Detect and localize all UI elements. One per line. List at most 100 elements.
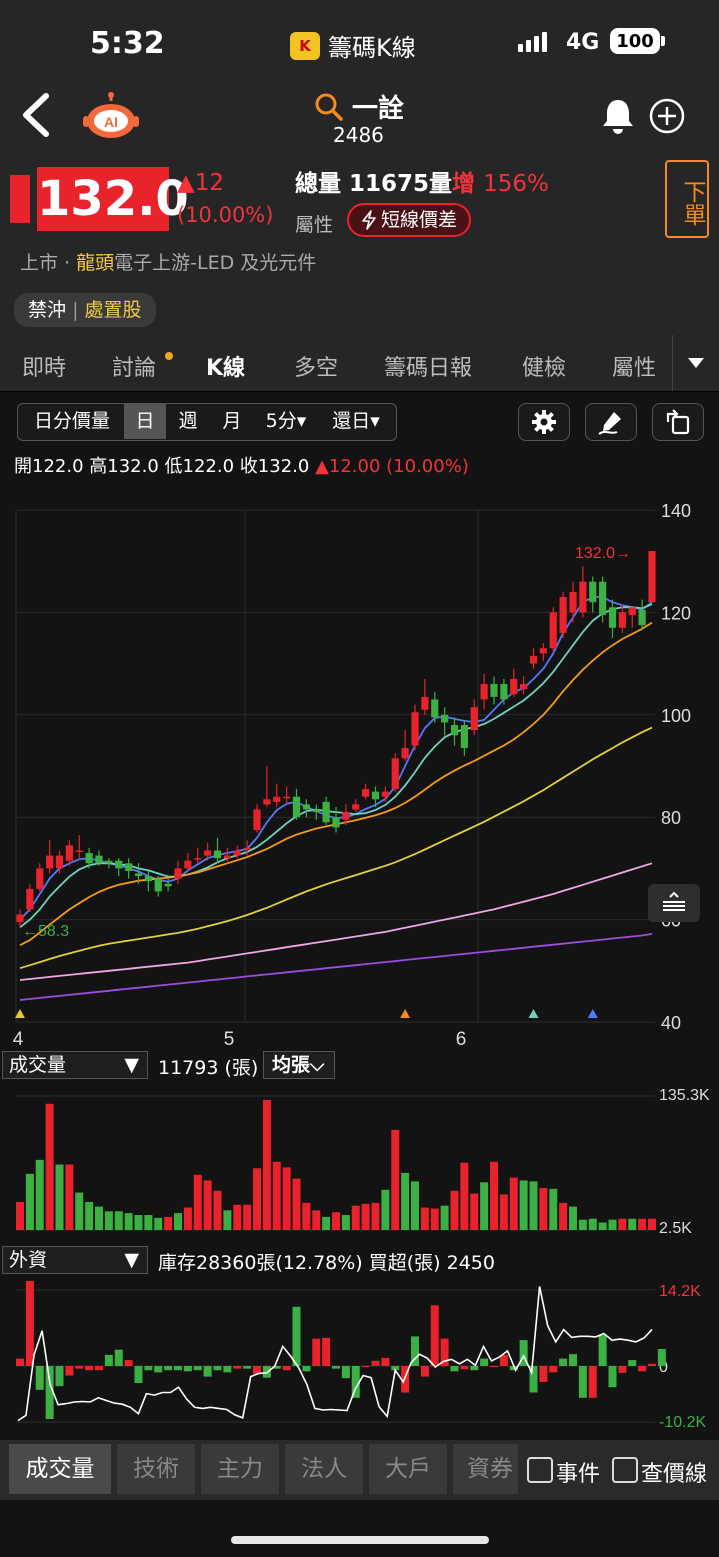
volume-bar	[262, 1100, 271, 1230]
volume-mode-select[interactable]: 均張⌵	[263, 1051, 335, 1079]
period-restore-day[interactable]: 還日▾	[324, 404, 388, 439]
low-value: 122.0	[182, 456, 235, 477]
foreign-bar	[95, 1366, 103, 1371]
chevron-down-icon	[688, 358, 704, 368]
tab-chip-daily[interactable]: 籌碼日報	[384, 350, 472, 382]
foreign-bar	[480, 1358, 489, 1366]
event-marker-icon	[528, 1009, 539, 1018]
industry-label[interactable]: 電子上游-LED 及光元件	[114, 252, 316, 274]
candle-body	[520, 684, 528, 690]
candle-body	[36, 868, 44, 889]
volume-bar	[608, 1219, 617, 1230]
candle-body	[194, 858, 202, 860]
volume-indicator-select[interactable]: 成交量 ▼	[2, 1051, 148, 1079]
foreign-bar	[460, 1366, 469, 1370]
moving-average-line	[19, 621, 653, 947]
add-watchlist-icon[interactable]	[648, 97, 686, 135]
order-button[interactable]: 下單	[665, 160, 709, 238]
volume-bar	[223, 1210, 232, 1230]
foreign-net-buy: 買超(張) 2450	[368, 1252, 495, 1274]
period-month[interactable]: 月	[212, 404, 252, 439]
candle-body	[589, 581, 597, 603]
price-line-checkbox[interactable]	[612, 1457, 638, 1483]
volume-bar	[282, 1167, 291, 1230]
moving-average-line	[19, 726, 653, 970]
tab-realtime[interactable]: 即時	[22, 350, 66, 382]
btab-volume[interactable]: 成交量	[9, 1444, 111, 1494]
open-label: 開	[14, 456, 32, 477]
volume-bar	[272, 1161, 281, 1230]
candle-body	[115, 860, 123, 869]
candle-body	[342, 812, 350, 820]
volume-bar	[480, 1182, 489, 1230]
period-week[interactable]: 週	[168, 404, 208, 439]
volume-max-label: 135.3K	[659, 1087, 710, 1104]
volume-bar	[253, 1168, 261, 1230]
tab-discussion[interactable]: 討論	[112, 350, 156, 382]
chart-resize-handle[interactable]	[648, 884, 700, 922]
candle-body	[500, 684, 508, 700]
volume-bar	[35, 1159, 44, 1230]
restriction-chip[interactable]: 禁沖 | 處置股	[14, 293, 156, 327]
btab-big-holder[interactable]: 大戶	[369, 1444, 447, 1494]
candle-body	[391, 758, 399, 790]
tab-more-button[interactable]	[672, 335, 719, 391]
restriction-disposition: 處置股	[84, 299, 142, 321]
candle-body	[105, 860, 113, 864]
period-day[interactable]: 日	[124, 404, 166, 439]
candle-body	[243, 847, 251, 850]
leader-tag[interactable]: 龍頭	[76, 252, 114, 274]
price-line-label: 查價線	[641, 1462, 708, 1487]
settings-button[interactable]	[518, 403, 570, 441]
foreign-bar	[648, 1363, 656, 1366]
tab-attribute[interactable]: 屬性	[612, 350, 656, 382]
tab-long-short[interactable]: 多空	[294, 350, 338, 382]
tab-health-check[interactable]: 健檢	[522, 350, 566, 382]
tab-kline[interactable]: K線	[206, 350, 245, 382]
candle-body	[638, 609, 646, 626]
btab-institutional[interactable]: 法人	[285, 1444, 363, 1494]
candle-body	[539, 648, 547, 654]
market-label: 上市	[20, 252, 59, 274]
btab-major[interactable]: 主力	[201, 1444, 279, 1494]
foreign-bar	[302, 1366, 311, 1372]
status-app-name: 籌碼K線	[328, 34, 416, 62]
foreign-bar	[174, 1366, 182, 1371]
volume-bar	[243, 1204, 252, 1230]
event-checkbox[interactable]	[527, 1457, 553, 1483]
search-icon	[315, 93, 343, 121]
candle-body	[569, 591, 577, 613]
ohlc-change: ▲12.00 (10.00%)	[315, 456, 469, 477]
foreign-bar	[628, 1360, 637, 1366]
foreign-bar	[598, 1334, 607, 1366]
bell-icon[interactable]	[600, 97, 636, 135]
foreign-indicator-select[interactable]: 外資 ▼	[2, 1246, 148, 1274]
rotate-button[interactable]	[652, 403, 704, 441]
foreign-bar	[193, 1366, 202, 1371]
moving-average-line	[19, 933, 653, 1001]
foreign-bar	[608, 1366, 617, 1388]
foreign-bar	[16, 1358, 24, 1366]
candle-body	[233, 850, 241, 856]
period-5min[interactable]: 5分▾	[258, 404, 314, 439]
foreign-bar	[282, 1366, 291, 1371]
back-arrow-icon[interactable]	[18, 92, 54, 138]
attribute-chip[interactable]: 短線價差	[347, 203, 472, 237]
foreign-bar	[341, 1366, 350, 1379]
volume-bar	[312, 1210, 321, 1230]
kline-chart[interactable]: 140120100806040456132.0→←58.3135.3K2.5K1…	[0, 490, 719, 1440]
price-change-pct: (10.00%)	[177, 203, 274, 227]
btab-margin[interactable]: 資券	[453, 1444, 518, 1494]
high-label: 高	[89, 456, 108, 477]
volume-bar	[490, 1161, 498, 1230]
draw-button[interactable]	[585, 403, 637, 441]
increase-label: 增	[452, 171, 476, 197]
candle-body	[134, 873, 143, 877]
volume-bar	[588, 1218, 597, 1230]
btab-technical[interactable]: 技術	[117, 1444, 195, 1494]
candle-body	[529, 655, 538, 664]
period-daily-price-volume[interactable]: 日分價量	[22, 404, 122, 439]
stock-search[interactable]: 一詮	[314, 88, 404, 125]
volume-bar	[460, 1162, 469, 1230]
ai-robot-icon[interactable]: AI	[82, 92, 140, 140]
